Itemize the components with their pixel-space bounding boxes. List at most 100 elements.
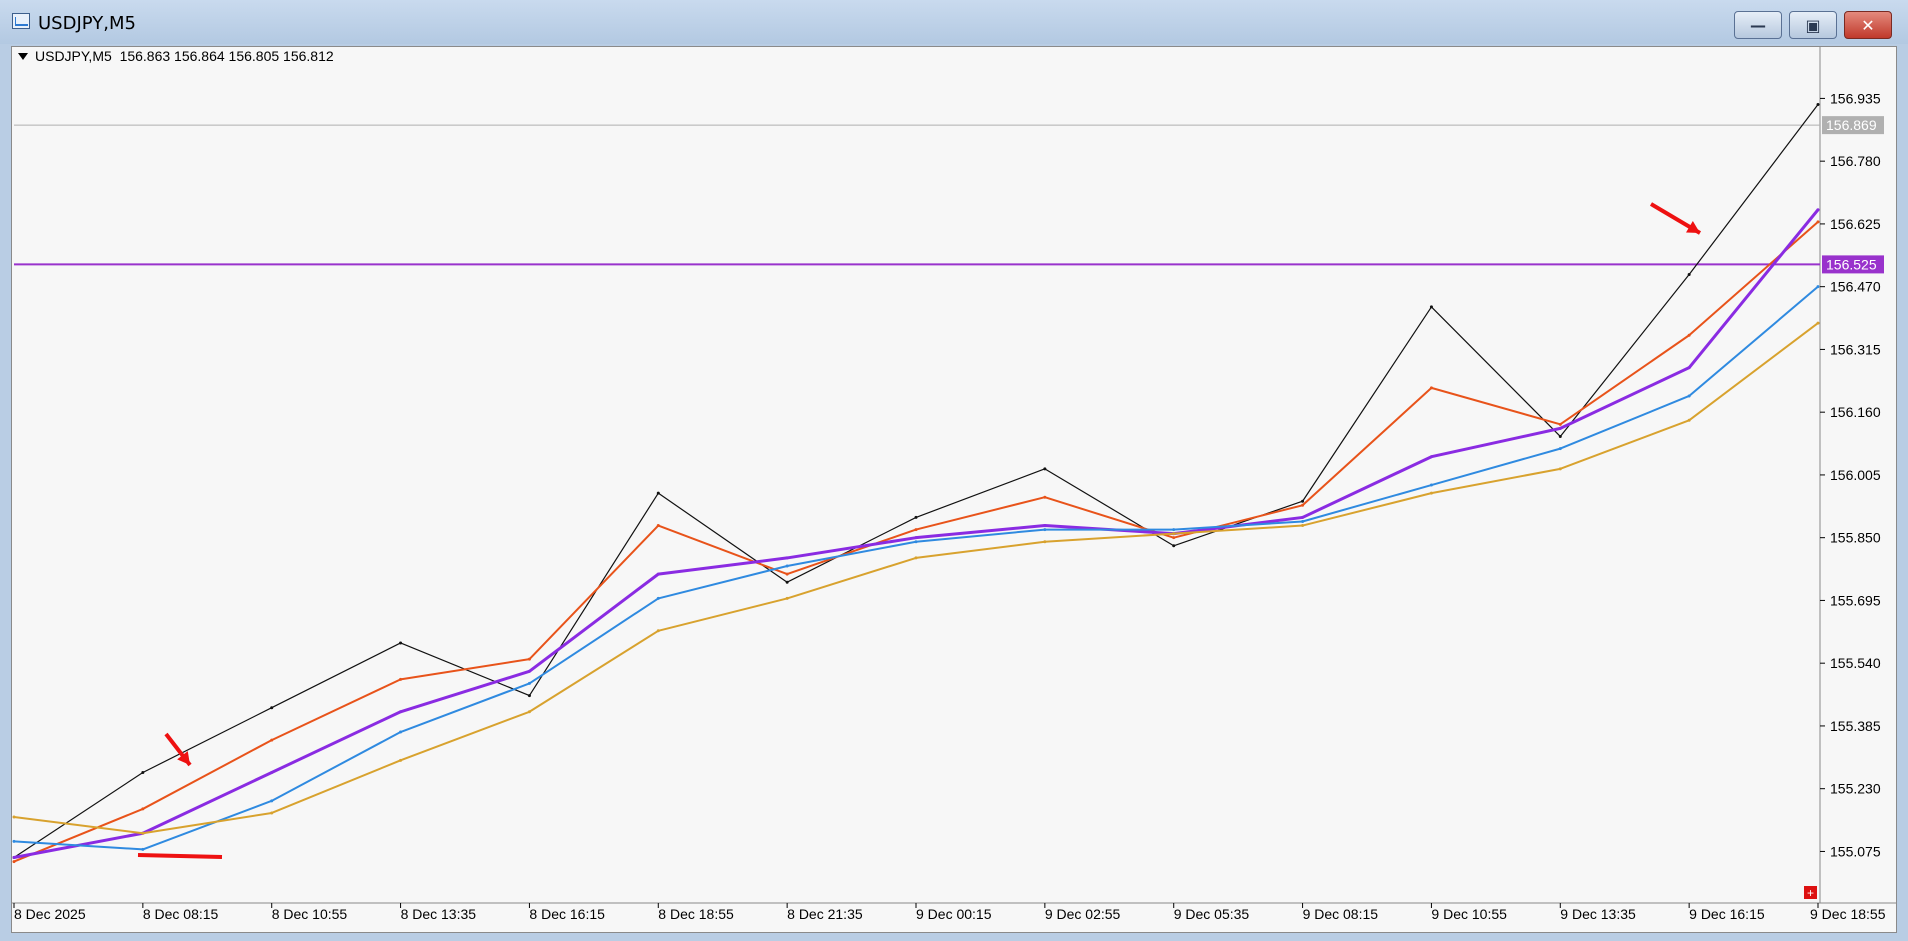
series-point bbox=[1558, 434, 1562, 438]
y-tick-label: 155.540 bbox=[1830, 655, 1881, 671]
y-tick-label: 156.935 bbox=[1830, 90, 1881, 106]
price-level-label: 156.525 bbox=[1826, 256, 1877, 272]
series-point bbox=[141, 807, 145, 811]
series-point bbox=[1043, 540, 1047, 544]
series-point bbox=[1043, 528, 1047, 532]
x-tick-label: 9 Dec 02:55 bbox=[1045, 906, 1121, 922]
series-point bbox=[1301, 499, 1305, 503]
series-point bbox=[527, 657, 531, 661]
series-point bbox=[527, 681, 531, 685]
x-tick-label: 8 Dec 2025 bbox=[14, 906, 86, 922]
series-point bbox=[1301, 519, 1305, 523]
price-chart[interactable]: 156.935 156.780 156.625 156.470 156.315 156.1… bbox=[0, 0, 1908, 941]
y-tick-label: 155.695 bbox=[1830, 592, 1881, 608]
series-point bbox=[914, 540, 918, 544]
series-point bbox=[1043, 467, 1047, 471]
zigzag-series-line bbox=[13, 104, 1819, 859]
x-tick-label: 9 Dec 00:15 bbox=[916, 906, 992, 922]
x-tick-label: 9 Dec 16:15 bbox=[1689, 906, 1765, 922]
y-tick-label: 155.850 bbox=[1830, 530, 1881, 546]
y-tick-label: 156.315 bbox=[1830, 341, 1881, 357]
series-point bbox=[399, 758, 403, 762]
plus-badge-label: + bbox=[1807, 886, 1814, 900]
series-point bbox=[656, 491, 660, 495]
series-point bbox=[399, 730, 403, 734]
series-point bbox=[1558, 422, 1562, 426]
series-point bbox=[656, 572, 660, 576]
series-point bbox=[399, 677, 403, 681]
symbol-menu-triangle-icon[interactable] bbox=[18, 53, 28, 60]
series-point bbox=[12, 856, 16, 860]
series-point bbox=[1816, 102, 1820, 106]
y-tick-label: 156.160 bbox=[1830, 404, 1881, 420]
y-tick-label: 155.385 bbox=[1830, 718, 1881, 734]
series-point bbox=[270, 799, 274, 803]
series-point bbox=[1172, 544, 1176, 548]
x-tick-label: 8 Dec 10:55 bbox=[272, 906, 348, 922]
ema-long-series-line bbox=[13, 322, 1819, 835]
series-point bbox=[1429, 455, 1433, 459]
series-point bbox=[1043, 495, 1047, 499]
series-point bbox=[1687, 394, 1691, 398]
series-point bbox=[1687, 273, 1691, 277]
series-point bbox=[656, 524, 660, 528]
series-point bbox=[1043, 524, 1047, 528]
series-point bbox=[1429, 386, 1433, 390]
series-point bbox=[914, 515, 918, 519]
y-tick-label: 156.470 bbox=[1830, 279, 1881, 295]
series-point bbox=[785, 556, 789, 560]
series-point bbox=[1301, 515, 1305, 519]
y-tick-label: 156.625 bbox=[1830, 216, 1881, 232]
x-tick-label: 9 Dec 18:55 bbox=[1810, 906, 1886, 922]
series-point bbox=[1172, 532, 1176, 536]
symbol-quote-header: USDJPY,M5 156.863 156.864 156.805 156.81… bbox=[35, 48, 334, 64]
series-point bbox=[141, 831, 145, 835]
symbol-label: USDJPY,M5 bbox=[35, 48, 112, 64]
series-point bbox=[1687, 418, 1691, 422]
x-tick-label: 8 Dec 13:35 bbox=[401, 906, 477, 922]
series-point bbox=[1172, 536, 1176, 540]
x-tick-label: 9 Dec 10:55 bbox=[1431, 906, 1507, 922]
series-point bbox=[1816, 321, 1820, 325]
series-point bbox=[270, 811, 274, 815]
series-point bbox=[12, 839, 16, 843]
series-point bbox=[1429, 483, 1433, 487]
series-point bbox=[1429, 305, 1433, 309]
series-point bbox=[141, 770, 145, 774]
series-point bbox=[270, 770, 274, 774]
x-tick-label: 9 Dec 13:35 bbox=[1560, 906, 1636, 922]
x-tick-label: 9 Dec 05:35 bbox=[1174, 906, 1250, 922]
series-point bbox=[1301, 524, 1305, 528]
chart-window: USDJPY,M5 — ▣ ✕ 156.935 156.780 156.625 156… bbox=[0, 0, 1908, 941]
series-point bbox=[1301, 503, 1305, 507]
series-point bbox=[527, 694, 531, 698]
series-point bbox=[656, 629, 660, 633]
series-point bbox=[914, 556, 918, 560]
series-point bbox=[12, 860, 16, 864]
series-point bbox=[399, 710, 403, 714]
x-tick-label: 8 Dec 08:15 bbox=[143, 906, 219, 922]
series-point bbox=[785, 572, 789, 576]
series-point bbox=[527, 710, 531, 714]
series-point bbox=[1816, 220, 1820, 224]
y-tick-label: 155.075 bbox=[1830, 843, 1881, 859]
series-point bbox=[914, 536, 918, 540]
x-tick-label: 8 Dec 21:35 bbox=[787, 906, 863, 922]
series-point bbox=[1816, 208, 1820, 212]
y-tick-label: 156.780 bbox=[1830, 153, 1881, 169]
ema-mid-series-line bbox=[13, 208, 1820, 859]
series-point bbox=[399, 641, 403, 645]
series-point bbox=[914, 528, 918, 532]
series-point bbox=[141, 847, 145, 851]
series-point bbox=[785, 564, 789, 568]
y-tick-label: 156.005 bbox=[1830, 467, 1881, 483]
ohlc-quote: 156.863 156.864 156.805 156.812 bbox=[119, 48, 334, 64]
series-point bbox=[1816, 285, 1820, 289]
x-tick-label: 9 Dec 08:15 bbox=[1303, 906, 1379, 922]
series-point bbox=[1429, 491, 1433, 495]
series-point bbox=[1687, 366, 1691, 370]
series-point bbox=[785, 580, 789, 584]
series-point bbox=[785, 596, 789, 600]
price-level-label: 156.869 bbox=[1826, 117, 1877, 133]
series-point bbox=[1172, 528, 1176, 532]
